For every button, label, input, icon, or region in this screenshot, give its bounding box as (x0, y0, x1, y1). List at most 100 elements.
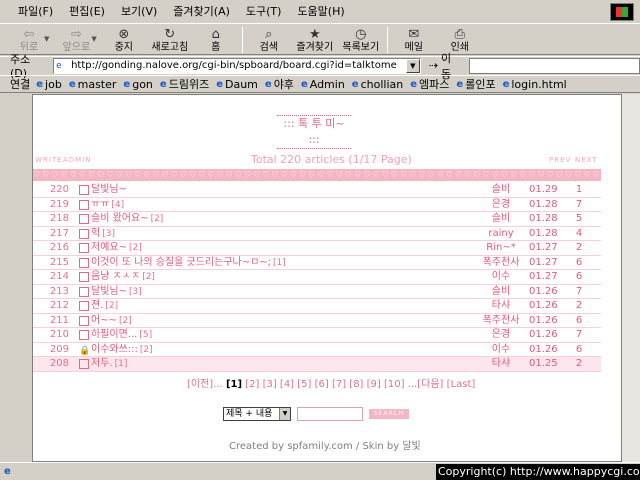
home-button[interactable]: ⌂ 홈 (193, 25, 239, 55)
post-row[interactable]: 218 슬비 왔어요~ [2] 슬비 01.28 5 (33, 212, 601, 227)
post-subject[interactable]: 음냥 ㅈㅅㅈ [2] (91, 271, 155, 283)
write-link[interactable]: WRITE (35, 156, 63, 164)
link-gon[interactable]: e gon (123, 78, 152, 91)
address-input[interactable]: e http://gonding.nalove.org/cgi-bin/spbo… (53, 57, 421, 74)
post-hits: 7 (575, 329, 583, 340)
post-subject[interactable]: 이수와쓰::: [2] (91, 344, 153, 356)
post-author[interactable]: 슬비 (463, 184, 539, 196)
post-author[interactable]: 슬비 (463, 286, 539, 298)
link-rollinfo[interactable]: e 롤인포 (456, 76, 495, 92)
post-date: 01.29 (529, 184, 558, 195)
ie-page-icon: e (216, 78, 223, 90)
menu-help[interactable]: 도움말(H) (289, 0, 352, 24)
menu-edit[interactable]: 편집(E) (61, 0, 113, 24)
menu-file[interactable]: 파일(F) (10, 0, 61, 24)
link-dreamwiz[interactable]: e 드림위즈 (160, 76, 209, 92)
ie-page-icon: e (502, 78, 510, 90)
pager-pages[interactable]: [2] [3] [4] [5] [6] [7] [8] [9] [10] (245, 379, 404, 390)
comment-count: [2] (118, 315, 132, 326)
post-row[interactable]: 211 어~~ [2] 폭주천사 01.26 6 (33, 314, 601, 328)
comment-count: [1] (273, 257, 286, 268)
search-input[interactable] (297, 407, 363, 421)
link-job[interactable]: e job (36, 78, 62, 91)
admin-link[interactable]: ADMIN (63, 156, 92, 164)
post-subject[interactable]: 어~~ [2] (91, 315, 132, 327)
post-author[interactable]: 이수 (463, 271, 539, 283)
post-subject[interactable]: 헉 [3] (91, 228, 115, 240)
search-field-select[interactable]: 제목 + 내용 ▼ (223, 407, 291, 421)
post-row[interactable]: 215 이것이 또 나의 승질을 긋드리는구나~ㅁ~; [1] 폭주천사 01.27 6 (33, 256, 601, 270)
post-row[interactable]: 220 달빛님~ 슬비 01.29 1 (33, 183, 601, 198)
post-subject[interactable]: 달빛님~ [3] (91, 286, 142, 298)
post-author[interactable]: 은경 (463, 199, 539, 211)
next-link[interactable]: NEXT (575, 156, 598, 164)
post-row[interactable]: 213 달빛님~ [3] 슬비 01.26 7 (33, 285, 601, 299)
mail-icon: ✉ (408, 26, 420, 42)
post-subject[interactable]: 젼. [2] (91, 300, 118, 312)
post-subject[interactable]: 이것이 또 나의 승질을 긋드리는구나~ㅁ~; [1] (91, 257, 286, 269)
favorites-button[interactable]: ★ 즐겨찾기 (292, 25, 338, 55)
post-author[interactable]: 폭주천사 (463, 315, 539, 327)
stop-button[interactable]: ⊗ 중지 (101, 25, 147, 55)
comment-count: [5] (139, 330, 153, 340)
pager-prev[interactable]: [이전]... (187, 379, 223, 390)
link-chollian[interactable]: e chollian (352, 78, 403, 91)
post-hits: 2 (575, 300, 583, 311)
pager-last[interactable]: [Last] (447, 379, 476, 390)
post-date: 01.28 (529, 227, 558, 239)
post-row[interactable]: 209 🔒 이수와쓰::: [2] 이수 01.26 6 (33, 343, 601, 357)
menu-bar: 파일(F) 편집(E) 보기(V) 즐겨찾기(A) 도구(T) 도움말(H) (0, 0, 640, 24)
post-number: 216 (49, 242, 69, 253)
post-author[interactable]: 은경 (463, 329, 539, 341)
ie-page-icon: e (159, 78, 167, 90)
link-empas[interactable]: e 엠파스 (410, 76, 449, 92)
post-subject[interactable]: 저예요~ [2] (91, 242, 142, 254)
post-subject[interactable]: 저두. [1] (91, 358, 127, 370)
post-subject[interactable]: 슬비 왔어요~ [2] (91, 213, 163, 225)
post-date: 01.27 (529, 271, 558, 282)
search-button[interactable]: SEARCH (369, 409, 409, 419)
post-date: 01.26 (529, 343, 558, 355)
prev-link[interactable]: PREV (549, 156, 571, 164)
forward-dropdown-icon[interactable]: ▼ (91, 35, 96, 43)
post-hits: 6 (575, 256, 583, 268)
post-row[interactable]: 219 ㅠㅠ [4] 은경 01.28 7 (33, 198, 601, 212)
post-author[interactable]: rainy (463, 228, 539, 240)
post-subject[interactable]: 하필이면... [5] (91, 329, 152, 341)
post-author[interactable]: 타샤 (463, 358, 539, 370)
link-daum[interactable]: e Daum (216, 78, 258, 91)
page-icon: e (56, 60, 62, 71)
scrollbar-track[interactable] (622, 94, 640, 462)
back-dropdown-icon[interactable]: ▼ (44, 35, 49, 43)
post-author[interactable]: 폭주천사 (463, 257, 539, 269)
pager-next[interactable]: ...[다음] (408, 379, 444, 390)
post-row[interactable]: 210 하필이면... [5] 은경 01.26 7 (33, 328, 601, 343)
post-row[interactable]: 214 음냥 ㅈㅅㅈ [2] 이수 01.27 6 (33, 270, 601, 285)
page-status-icon: e (4, 466, 11, 477)
address-url[interactable]: http://gonding.nalove.org/cgi-bin/spboar… (71, 60, 401, 71)
refresh-button[interactable]: ↻ 새로고침 (147, 25, 193, 55)
link-admin[interactable]: e Admin (301, 78, 345, 91)
link-master[interactable]: e master (69, 78, 117, 91)
address-dropdown-icon[interactable]: ▼ (405, 58, 420, 73)
post-subject[interactable]: ㅠㅠ [4] (91, 199, 124, 211)
post-author[interactable]: Rin~* (463, 242, 539, 254)
post-row[interactable]: 217 헉 [3] rainy 01.28 4 (33, 227, 601, 241)
address-bar: 주소(D) e http://gonding.nalove.org/cgi-bi… (0, 52, 640, 81)
link-yahoo[interactable]: e 야후 (265, 76, 294, 92)
post-subject[interactable]: 달빛님~ (91, 184, 129, 196)
menu-favorites[interactable]: 즐겨찾기(A) (165, 0, 238, 24)
history-button[interactable]: ◷ 목록보기 (338, 25, 384, 55)
pager-current: [1] (225, 379, 243, 390)
post-author[interactable]: 타샤 (463, 300, 539, 312)
post-hits: 7 (575, 198, 583, 210)
post-row[interactable]: 212 젼. [2] 타샤 01.26 2 (33, 299, 601, 314)
search-button-toolbar[interactable]: ⌕ 검색 (246, 25, 292, 55)
post-author[interactable]: 슬비 (463, 213, 539, 225)
post-row[interactable]: 208 저두. [1] 타샤 01.25 2 (33, 357, 601, 372)
link-login[interactable]: e login.html (503, 78, 567, 91)
post-author[interactable]: 이수 (463, 344, 539, 356)
post-row[interactable]: 216 저예요~ [2] Rin~* 01.27 2 (33, 241, 601, 256)
menu-view[interactable]: 보기(V) (113, 0, 165, 24)
menu-tools[interactable]: 도구(T) (238, 0, 290, 24)
